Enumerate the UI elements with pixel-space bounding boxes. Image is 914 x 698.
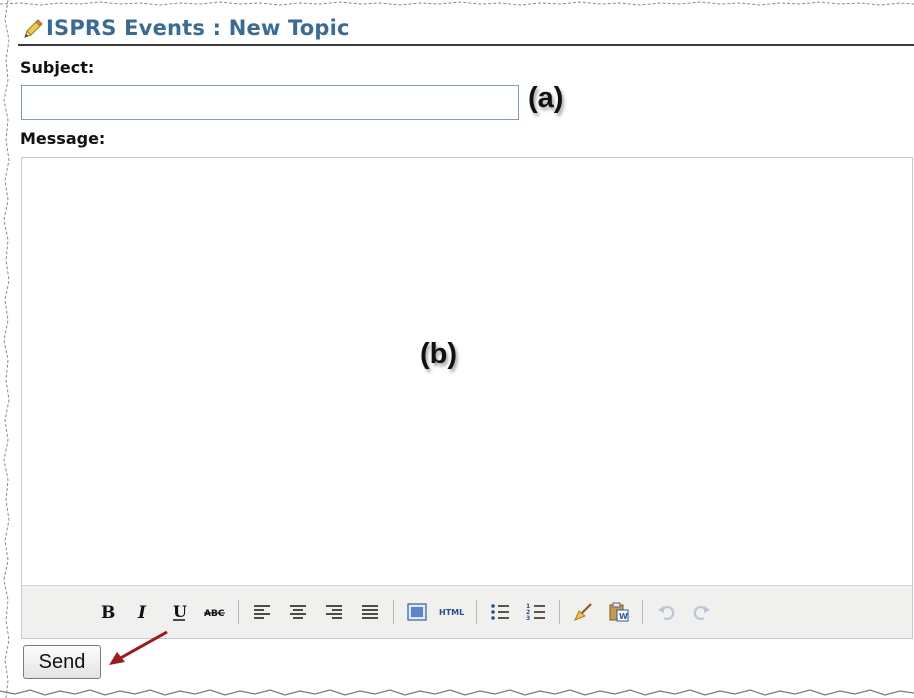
paste-word-icon: W bbox=[609, 602, 629, 622]
pencil-icon bbox=[24, 19, 43, 38]
bullet-list-icon bbox=[491, 604, 509, 620]
cleanup-button[interactable] bbox=[568, 598, 598, 626]
align-left-button[interactable] bbox=[247, 598, 277, 626]
torn-edge-top bbox=[0, 1, 914, 6]
strikethrough-icon: ABC bbox=[204, 609, 225, 619]
underline-button[interactable]: U bbox=[164, 598, 194, 626]
torn-edge-left bbox=[3, 0, 10, 698]
html-icon: HTML bbox=[439, 608, 464, 617]
bullet-list-button[interactable] bbox=[485, 598, 515, 626]
broom-icon bbox=[574, 603, 592, 621]
paste-from-word-button[interactable]: W bbox=[604, 598, 634, 626]
html-source-button[interactable]: HTML bbox=[438, 598, 468, 626]
subject-label: Subject: bbox=[20, 58, 95, 77]
subject-input[interactable] bbox=[21, 85, 519, 120]
image-icon bbox=[407, 603, 427, 621]
bold-button[interactable]: B bbox=[92, 598, 122, 626]
title-bar: ISPRS Events : New Topic bbox=[18, 14, 914, 46]
pointer-arrow-icon bbox=[109, 630, 168, 665]
message-label: Message: bbox=[20, 129, 106, 148]
annotation-b: (b) bbox=[420, 338, 458, 370]
numbered-list-icon: 123 bbox=[526, 603, 545, 622]
page-title: ISPRS Events : New Topic bbox=[46, 16, 350, 40]
message-editor: B I U ABC HTML 1 2 3 W bbox=[21, 157, 913, 639]
send-button[interactable]: Send bbox=[23, 645, 101, 679]
italic-icon: I bbox=[137, 603, 147, 622]
numbered-list-button[interactable]: 123 bbox=[521, 598, 551, 626]
message-textarea[interactable] bbox=[22, 158, 912, 586]
toolbar-separator bbox=[238, 600, 239, 624]
toolbar-separator bbox=[393, 600, 394, 624]
svg-text:B: B bbox=[101, 603, 115, 622]
align-right-button[interactable] bbox=[319, 598, 349, 626]
svg-text:ABC: ABC bbox=[204, 609, 225, 619]
insert-image-button[interactable] bbox=[402, 598, 432, 626]
italic-button[interactable]: I bbox=[128, 598, 158, 626]
svg-text:I: I bbox=[137, 603, 147, 622]
align-center-icon bbox=[290, 605, 306, 619]
undo-button[interactable] bbox=[651, 598, 681, 626]
svg-text:U: U bbox=[173, 602, 187, 621]
html-label: HTML bbox=[439, 608, 464, 617]
align-right-icon bbox=[326, 605, 342, 619]
toolbar-separator bbox=[559, 600, 560, 624]
annotation-a: (a) bbox=[528, 82, 564, 114]
underline-icon: U bbox=[173, 602, 187, 621]
bold-icon: B bbox=[101, 603, 115, 622]
undo-icon bbox=[658, 605, 675, 621]
align-center-button[interactable] bbox=[283, 598, 313, 626]
align-justify-button[interactable] bbox=[355, 598, 385, 626]
page-sheet: ISPRS Events : New Topic Subject: (a) Me… bbox=[0, 0, 914, 698]
strikethrough-button[interactable]: ABC bbox=[200, 598, 230, 626]
torn-edge-bottom bbox=[0, 689, 914, 696]
align-justify-icon bbox=[362, 605, 378, 619]
toolbar-separator bbox=[476, 600, 477, 624]
redo-button[interactable] bbox=[687, 598, 717, 626]
svg-text:W: W bbox=[619, 612, 628, 621]
redo-icon bbox=[693, 605, 710, 621]
svg-text:3: 3 bbox=[526, 615, 530, 622]
align-left-icon bbox=[254, 605, 270, 619]
toolbar-separator bbox=[642, 600, 643, 624]
